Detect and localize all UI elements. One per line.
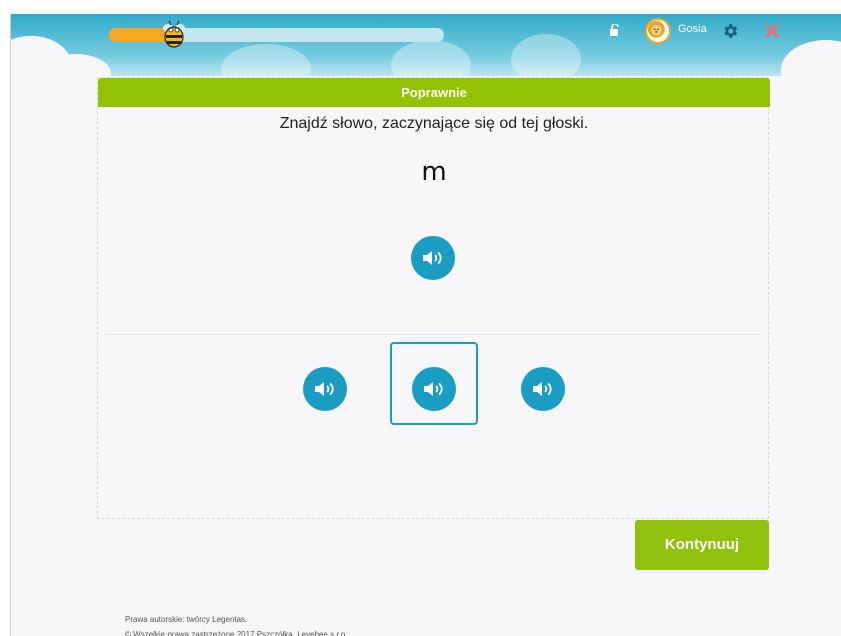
speaker-icon [315,382,334,396]
play-prompt-button[interactable] [411,236,455,280]
avatar[interactable] [645,18,671,44]
gear-icon[interactable] [721,22,739,40]
exercise-card: Poprawnie Znajdź słowo, zaczynające się … [97,77,770,519]
option-3-sound-button[interactable] [521,367,565,411]
divider [106,334,762,335]
bee-icon [163,20,185,48]
cloud-decoration [221,44,311,76]
footer: Prawa autorskie: twórcy Legentas. © Wsze… [125,612,347,636]
app-frame: Gosia Poprawnie Znajdź słowo, zaczynając… [10,14,841,636]
speaker-icon [424,382,443,396]
status-banner: Poprawnie [98,78,770,107]
close-icon[interactable] [764,23,780,39]
speaker-icon [533,382,552,396]
lion-avatar-icon [647,20,665,38]
copyright-line: © Wszelkie prawa zastrzeżone 2017 Pszczó… [125,630,348,636]
instruction-text: Znajdź słowo, zaczynające się od tej gło… [279,115,589,132]
header-bar: Gosia [11,14,841,76]
target-letter: m [421,157,447,187]
copyright-line: Prawa autorskie: twórcy Legentas. [125,615,248,624]
option-1-sound-button[interactable] [303,367,347,411]
speaker-icon [423,251,442,265]
unlock-icon[interactable] [609,24,621,36]
cloud-decoration [511,34,581,76]
option-2-sound-button[interactable] [412,367,456,411]
user-name[interactable]: Gosia [678,23,707,35]
progress-bar [109,28,444,42]
cloud-decoration [781,40,841,76]
cloud-decoration [391,40,471,76]
continue-button[interactable]: Kontynuuj [635,520,769,570]
